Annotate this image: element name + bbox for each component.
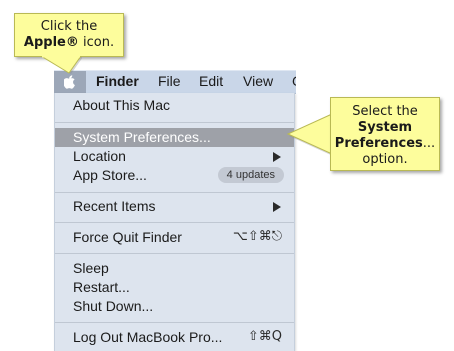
menubar-file[interactable]: File bbox=[158, 73, 181, 89]
menu-bar: Finder File Edit View G bbox=[54, 70, 296, 94]
callout-strong-text: Apple® bbox=[23, 35, 79, 50]
menubar-view[interactable]: View bbox=[243, 73, 273, 89]
callout-strong-text: Preferences bbox=[334, 136, 423, 151]
callout-text-line: Apple® icon. bbox=[15, 35, 123, 51]
menu-item-label: Restart... bbox=[73, 279, 130, 295]
menu-item-label: System Preferences... bbox=[73, 129, 211, 145]
menu-separator bbox=[55, 192, 294, 193]
apple-dropdown-menu: About This Mac System Preferences... Loc… bbox=[54, 93, 295, 351]
callout-text: ... bbox=[422, 136, 436, 151]
menu-item-location[interactable]: Location bbox=[55, 147, 294, 166]
submenu-arrow-icon bbox=[273, 202, 281, 212]
menu-item-label: Recent Items bbox=[73, 198, 156, 214]
callout-text: icon. bbox=[78, 35, 115, 50]
updates-badge: 4 updates bbox=[217, 167, 284, 183]
callout-text-line: Select the bbox=[352, 104, 418, 119]
callout-strong-text: System bbox=[357, 120, 413, 135]
menu-item-label: Log Out MacBook Pro... bbox=[73, 329, 223, 345]
menu-item-restart[interactable]: Restart... bbox=[55, 278, 294, 297]
apple-menu-button[interactable] bbox=[54, 71, 86, 93]
menu-item-label: Force Quit Finder bbox=[73, 229, 182, 245]
menu-item-about[interactable]: About This Mac bbox=[55, 96, 294, 115]
menu-item-log-out[interactable]: Log Out MacBook Pro... ⇧⌘Q bbox=[55, 328, 294, 347]
menu-item-app-store[interactable]: App Store... 4 updates bbox=[55, 166, 294, 185]
apple-icon bbox=[64, 75, 75, 89]
menu-item-label: Sleep bbox=[73, 260, 109, 276]
callout-text-line: option. bbox=[362, 152, 408, 167]
menu-separator bbox=[55, 122, 294, 123]
menubar-edit[interactable]: Edit bbox=[199, 73, 223, 89]
menu-item-label: About This Mac bbox=[73, 97, 171, 113]
menu-separator bbox=[55, 322, 294, 323]
callout-pointer bbox=[40, 56, 82, 74]
menu-item-force-quit[interactable]: Force Quit Finder ⌥⇧⌘⎋ bbox=[55, 228, 294, 247]
menu-item-sleep[interactable]: Sleep bbox=[55, 259, 294, 278]
menu-item-shut-down[interactable]: Shut Down... bbox=[55, 297, 294, 316]
callout-select-system-preferences: Select the System Preferences... option. bbox=[330, 97, 440, 171]
callout-text-line: Click the bbox=[40, 19, 98, 34]
menu-separator bbox=[55, 253, 294, 254]
menu-item-label: App Store... bbox=[73, 167, 147, 183]
callout-pointer bbox=[287, 113, 333, 155]
callout-text-line: Preferences... bbox=[331, 136, 439, 152]
keyboard-shortcut: ⇧⌘Q bbox=[247, 329, 282, 344]
menubar-go[interactable]: G bbox=[292, 73, 296, 89]
callout-text-line: System bbox=[331, 120, 439, 136]
menu-item-label: Location bbox=[73, 148, 126, 164]
submenu-arrow-icon bbox=[273, 152, 281, 162]
menubar-finder[interactable]: Finder bbox=[96, 73, 139, 89]
keyboard-shortcut: ⌥⇧⌘⎋ bbox=[232, 229, 282, 244]
callout-click-apple: Click the Apple® icon. bbox=[14, 13, 124, 57]
menu-separator bbox=[55, 222, 294, 223]
menu-item-system-preferences[interactable]: System Preferences... bbox=[55, 128, 294, 147]
tutorial-screenshot: Finder File Edit View G About This Mac S… bbox=[0, 0, 454, 351]
menu-item-label: Shut Down... bbox=[73, 298, 154, 314]
menu-item-recent-items[interactable]: Recent Items bbox=[55, 197, 294, 216]
